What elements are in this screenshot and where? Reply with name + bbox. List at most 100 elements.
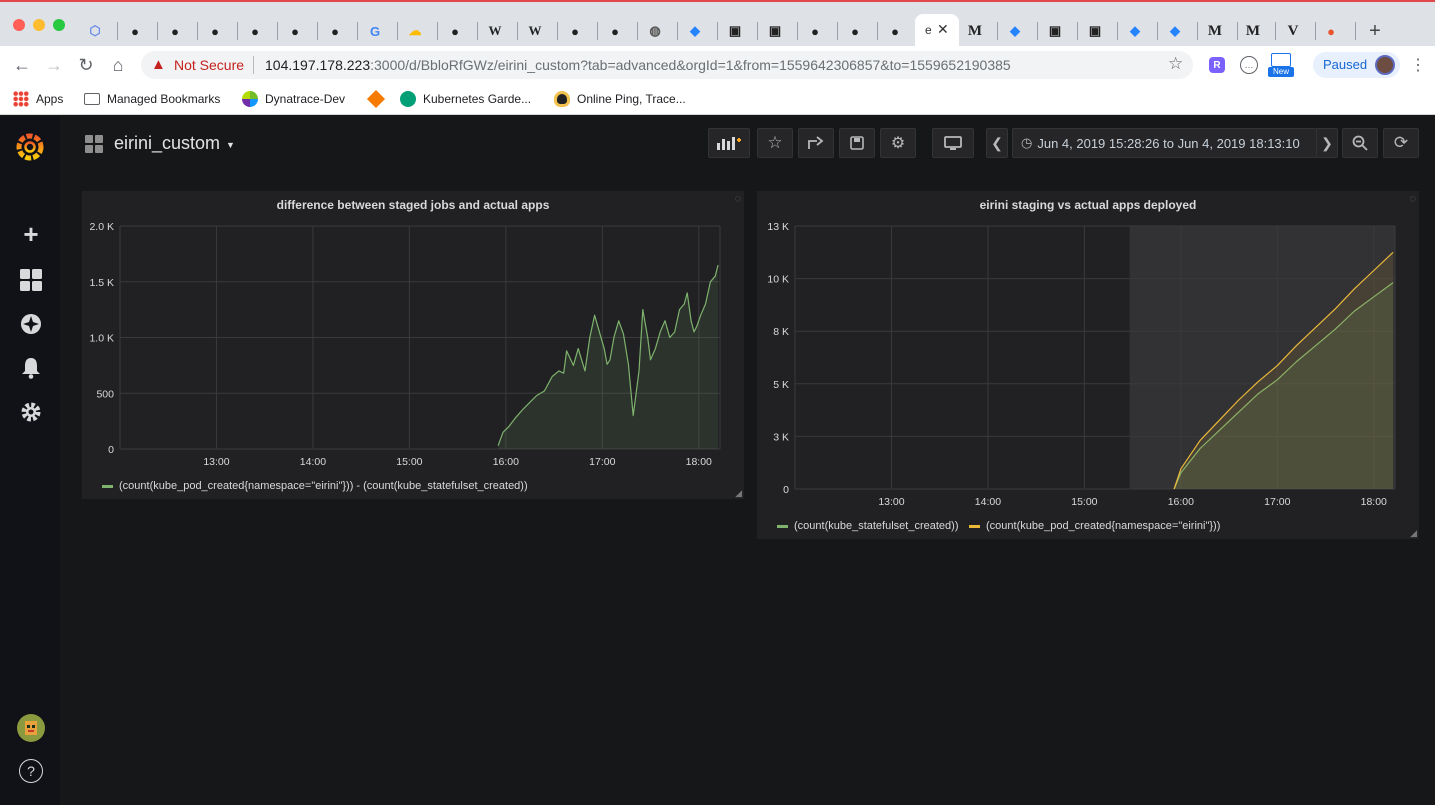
bookmark-dynatrace[interactable]: Dynatrace-Dev xyxy=(242,90,345,108)
close-tab-icon[interactable]: ✕ xyxy=(937,21,949,38)
tab-medium-icon[interactable]: M xyxy=(966,22,984,40)
window-minimize-button[interactable] xyxy=(33,19,45,31)
tab-github-icon[interactable]: ● xyxy=(326,22,344,40)
legend-label: (count(kube_pod_created{namespace="eirin… xyxy=(986,520,1221,532)
tab-github-icon[interactable]: ● xyxy=(566,22,584,40)
x-tick-label: 15:00 xyxy=(396,456,422,468)
bookmark-online-ping[interactable]: Online Ping, Trace... xyxy=(554,90,686,108)
help-question-icon[interactable]: ? xyxy=(19,759,43,783)
configuration-gear-icon[interactable] xyxy=(19,400,43,424)
grafana-logo-icon[interactable] xyxy=(15,132,45,162)
tab-jira-icon[interactable]: ◆ xyxy=(686,22,704,40)
time-shift-forward-button[interactable]: ❯ xyxy=(1316,128,1338,158)
bookmark-label: Online Ping, Trace... xyxy=(577,92,686,106)
active-tab[interactable]: e ✕ xyxy=(915,14,959,48)
cycle-view-mode-button[interactable] xyxy=(932,128,974,158)
save-icon xyxy=(850,136,864,150)
reload-icon[interactable]: ↻ xyxy=(76,55,96,75)
tab-kubernetes-icon[interactable]: ⬡ xyxy=(86,22,104,40)
new-tab-plus-icon[interactable]: + xyxy=(1366,20,1384,42)
bookmark-managed[interactable]: Managed Bookmarks xyxy=(84,90,220,108)
warning-triangle-icon[interactable]: ▲ xyxy=(151,56,166,73)
folder-icon xyxy=(84,93,100,105)
gardener-icon xyxy=(400,91,416,107)
time-range-picker[interactable]: ◷ Jun 4, 2019 15:28:26 to Jun 4, 2019 18… xyxy=(1012,128,1317,158)
url-text[interactable]: 104.197.178.223:3000/d/BbloRfGWz/eirini_… xyxy=(265,57,1011,73)
cube-icon xyxy=(366,89,386,109)
add-panel-button[interactable] xyxy=(708,128,750,158)
grafana-side-menu: + ? xyxy=(0,116,60,805)
share-dashboard-button[interactable] xyxy=(798,128,834,158)
save-dashboard-button[interactable] xyxy=(839,128,875,158)
tab-github-icon[interactable]: ● xyxy=(286,22,304,40)
x-tick-label: 18:00 xyxy=(1361,496,1387,508)
tab-github-icon[interactable]: ● xyxy=(606,22,624,40)
panel-staged-difference[interactable]: difference between staged jobs and actua… xyxy=(82,191,744,499)
refresh-button[interactable]: ⟳ xyxy=(1383,128,1419,158)
legend-item[interactable]: (count(kube_statefulset_created)) xyxy=(777,520,958,532)
extension-r-icon[interactable]: R xyxy=(1209,57,1225,73)
y-tick-label: 1.0 K xyxy=(89,333,114,345)
tab-octocat-icon[interactable]: ▣ xyxy=(1086,22,1104,40)
tab-github-icon[interactable]: ● xyxy=(166,22,184,40)
tab-medium-icon[interactable]: M xyxy=(1206,22,1224,40)
bookmark-orange-cube[interactable] xyxy=(366,89,391,109)
not-secure-label[interactable]: Not Secure xyxy=(174,57,244,73)
time-shift-back-button[interactable]: ❮ xyxy=(986,128,1008,158)
zoom-out-button[interactable] xyxy=(1342,128,1378,158)
dashboard-settings-button[interactable]: ⚙ xyxy=(880,128,916,158)
tab-jira-icon[interactable]: ◆ xyxy=(1006,22,1024,40)
panel-staging-vs-deployed[interactable]: eirini staging vs actual apps deployed ◌… xyxy=(757,191,1419,539)
address-bar[interactable]: ▲ Not Secure 104.197.178.223:3000/d/Bblo… xyxy=(141,51,1193,79)
legend-item[interactable]: (count(kube_pod_created{namespace="eirin… xyxy=(969,520,1220,532)
kebab-menu-icon[interactable]: ⋮ xyxy=(1408,55,1428,75)
tab-octocat-icon[interactable]: ▣ xyxy=(766,22,784,40)
tab-vertical-icon[interactable]: V xyxy=(1284,22,1302,40)
tab-github-icon[interactable]: ● xyxy=(246,22,264,40)
dashboard-title-picker[interactable]: eirini_custom ▼ xyxy=(114,133,235,154)
star-dashboard-button[interactable]: ☆ xyxy=(757,128,793,158)
tab-octocat-icon[interactable]: ▣ xyxy=(726,22,744,40)
refresh-icon: ⟳ xyxy=(1393,133,1409,152)
bookmark-kubernetes-garden[interactable]: Kubernetes Garde... xyxy=(400,90,531,108)
bookmark-label: Apps xyxy=(36,92,64,106)
window-zoom-button[interactable] xyxy=(53,19,65,31)
tab-github-icon[interactable]: ● xyxy=(846,22,864,40)
tab-globe-icon[interactable]: ◍ xyxy=(646,22,664,40)
tab-github-icon[interactable]: ● xyxy=(806,22,824,40)
home-icon[interactable]: ⌂ xyxy=(108,55,128,75)
resize-handle-icon[interactable]: ◢ xyxy=(1410,528,1417,539)
forward-arrow-icon[interactable]: → xyxy=(44,55,64,75)
user-avatar[interactable] xyxy=(17,714,45,742)
back-arrow-icon[interactable]: ← xyxy=(12,55,32,75)
tab-flame-icon[interactable]: ● xyxy=(1322,22,1340,40)
tab-cloud-icon[interactable]: ☁ xyxy=(406,22,424,40)
tab-medium-icon[interactable]: M xyxy=(1244,22,1262,40)
tab-octocat-icon[interactable]: ▣ xyxy=(1046,22,1064,40)
window-close-button[interactable] xyxy=(13,19,25,31)
bookmark-apps[interactable]: Apps xyxy=(13,90,63,108)
tab-jira-icon[interactable]: ◆ xyxy=(1166,22,1184,40)
tab-github-icon[interactable]: ● xyxy=(206,22,224,40)
tab-google-icon[interactable]: G xyxy=(366,22,384,40)
extension-new-icon[interactable]: New xyxy=(1268,51,1294,77)
bookmark-label: Dynatrace-Dev xyxy=(265,92,346,106)
tab-jira-icon[interactable]: ◆ xyxy=(1126,22,1144,40)
y-tick-label: 8 K xyxy=(773,326,789,338)
alerting-bell-icon[interactable] xyxy=(19,356,43,380)
tab-wikipedia-icon[interactable]: W xyxy=(486,22,504,40)
profile-paused-button[interactable]: Paused xyxy=(1313,52,1400,78)
tab-github-icon[interactable]: ● xyxy=(886,22,904,40)
resize-handle-icon[interactable]: ◢ xyxy=(735,488,742,499)
dashboards-icon[interactable] xyxy=(19,268,43,292)
explore-compass-icon[interactable] xyxy=(19,312,43,336)
tab-github-icon[interactable]: ● xyxy=(446,22,464,40)
create-plus-icon[interactable]: + xyxy=(19,219,43,249)
extension-dots-icon[interactable]: … xyxy=(1240,56,1258,74)
legend-item[interactable]: (count(kube_pod_created{namespace="eirin… xyxy=(102,480,528,492)
profile-avatar xyxy=(1375,55,1395,75)
bookmark-star-icon[interactable]: ☆ xyxy=(1168,54,1183,74)
tab-github-icon[interactable]: ● xyxy=(126,22,144,40)
tab-wikipedia-icon[interactable]: W xyxy=(526,22,544,40)
dashboard-grid-icon[interactable] xyxy=(85,135,103,153)
